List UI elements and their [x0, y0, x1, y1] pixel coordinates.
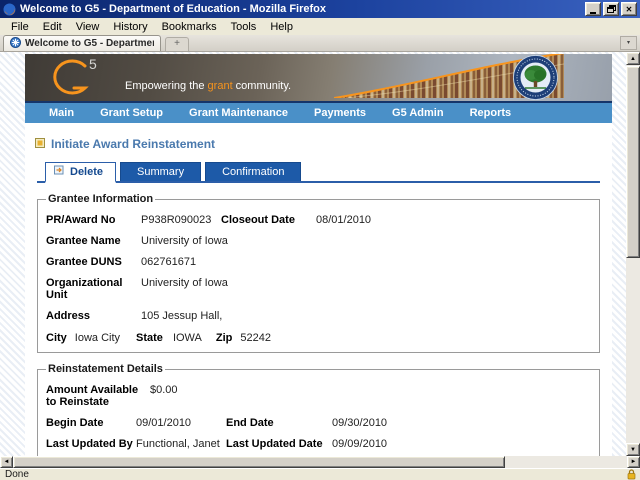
nav-item-grant-setup[interactable]: Grant Setup — [100, 107, 163, 119]
reinstatement-details-section: Reinstatement Details Amount Available t… — [37, 363, 600, 456]
reinstatement-details-legend: Reinstatement Details — [48, 363, 163, 375]
scroll-down-button[interactable]: ▼ — [626, 443, 640, 456]
amount-available-row: Amount Available to Reinstate $0.00 — [46, 384, 591, 408]
horizontal-scrollbar[interactable]: ◄ ► — [0, 456, 640, 468]
tab-confirmation[interactable]: Confirmation — [205, 162, 302, 181]
scroll-up-button[interactable]: ▲ — [626, 52, 640, 65]
list-tabs-button[interactable]: ▾ — [620, 36, 637, 50]
tab-delete[interactable]: Delete — [45, 162, 117, 183]
menu-help[interactable]: Help — [263, 20, 300, 34]
closeout-date-value: 08/01/2010 — [316, 214, 372, 226]
window-title: Welcome to G5 - Department of Education … — [20, 3, 326, 15]
status-text: Done — [5, 469, 29, 480]
page-title-row: Initiate Award Reinstatement — [35, 137, 606, 151]
zip-label: Zip — [215, 332, 233, 344]
last-updated-by-label: Last Updated By — [46, 438, 133, 450]
menu-view[interactable]: View — [69, 20, 107, 34]
menu-file[interactable]: File — [4, 20, 36, 34]
minimize-button[interactable] — [585, 2, 601, 16]
browser-tab-strip: Welcome to G5 - Department of Edu... + ▾ — [0, 35, 640, 52]
firefox-icon — [3, 3, 16, 16]
main-nav-bar: Main Grant Setup Grant Maintenance Payme… — [25, 101, 612, 123]
delete-tab-icon — [54, 165, 65, 178]
status-bar: Done — [0, 468, 640, 480]
amount-available-value: $0.00 — [150, 384, 178, 396]
last-updated-row: Last Updated By Functional, Janet Last U… — [46, 438, 591, 450]
tab-summary[interactable]: Summary — [120, 162, 202, 181]
amount-available-label: Amount Available to Reinstate — [46, 384, 139, 408]
end-date-value: 09/30/2010 — [332, 417, 388, 429]
grantee-name-value: University of Iowa — [141, 235, 228, 247]
address-row: Address 105 Jessup Hall, — [46, 310, 591, 322]
grantee-name-row: Grantee Name University of Iowa — [46, 235, 591, 247]
department-of-education-seal — [513, 55, 558, 101]
last-updated-by-value: Functional, Janet — [136, 438, 220, 450]
begin-end-date-row: Begin Date 09/01/2010 End Date 09/30/201… — [46, 417, 591, 429]
scroll-left-button[interactable]: ◄ — [0, 456, 13, 468]
firefox-window: Welcome to G5 - Department of Education … — [0, 0, 640, 480]
menu-edit[interactable]: Edit — [36, 20, 69, 34]
scroll-right-button[interactable]: ► — [627, 456, 640, 468]
grantee-duns-row: Grantee DUNS 062761671 — [46, 256, 591, 268]
grantee-name-label: Grantee Name — [46, 235, 121, 247]
grantee-information-legend: Grantee Information — [48, 193, 154, 205]
page-viewport: 5 Empowering the grant community. Main G… — [0, 52, 640, 456]
menu-history[interactable]: History — [106, 20, 154, 34]
bullet-square-icon — [35, 137, 45, 151]
title-bar: Welcome to G5 - Department of Education … — [0, 0, 640, 18]
organizational-unit-label: Organizational Unit — [46, 277, 123, 301]
new-tab-button[interactable]: + — [165, 37, 189, 51]
page-title: Initiate Award Reinstatement — [51, 137, 216, 151]
pr-award-no-value: P938R090023 — [141, 214, 212, 226]
organizational-unit-row: Organizational Unit University of Iowa — [46, 277, 591, 301]
state-label: State — [136, 332, 163, 344]
nav-item-payments[interactable]: Payments — [314, 107, 366, 119]
grantee-duns-value: 062761671 — [141, 256, 197, 268]
menu-bookmarks[interactable]: Bookmarks — [155, 20, 224, 34]
browser-tab[interactable]: Welcome to G5 - Department of Edu... — [3, 35, 161, 51]
closeout-date-label: Closeout Date — [221, 214, 295, 226]
last-updated-date-value: 09/09/2010 — [332, 438, 388, 450]
grantee-duns-label: Grantee DUNS — [46, 256, 122, 268]
pr-award-row: PR/Award No P938R090023 Closeout Date 08… — [46, 214, 591, 226]
begin-date-value: 09/01/2010 — [136, 417, 192, 429]
last-updated-date-label: Last Updated Date — [226, 438, 323, 450]
menu-tools[interactable]: Tools — [224, 20, 264, 34]
g5-logo-five: 5 — [89, 56, 98, 72]
g5-favicon — [10, 36, 21, 51]
begin-date-label: Begin Date — [46, 417, 104, 429]
restore-button[interactable] — [603, 2, 619, 16]
nav-item-g5-admin[interactable]: G5 Admin — [392, 107, 444, 119]
g5-logo-icon — [47, 58, 89, 101]
nav-item-grant-maintenance[interactable]: Grant Maintenance — [189, 107, 288, 119]
vertical-scrollbar[interactable]: ▲ ▼ — [626, 52, 640, 456]
organizational-unit-value: University of Iowa — [141, 277, 228, 289]
end-date-label: End Date — [226, 417, 274, 429]
nav-item-main[interactable]: Main — [49, 107, 74, 119]
banner-tagline: Empowering the grant community. — [125, 80, 292, 92]
city-state-zip-row: City Iowa City State IOWA Zip 52242 — [46, 332, 591, 344]
pr-award-no-label: PR/Award No — [46, 214, 116, 226]
g5-banner: 5 Empowering the grant community. — [25, 54, 612, 101]
close-button[interactable]: ✕ — [621, 2, 637, 16]
page-content: 5 Empowering the grant community. Main G… — [25, 54, 612, 456]
security-lock-icon[interactable] — [625, 469, 638, 480]
grantee-information-section: Grantee Information PR/Award No P938R090… — [37, 193, 600, 353]
form-tabs: Delete Summary Confirmation — [37, 162, 600, 183]
nav-item-reports[interactable]: Reports — [470, 107, 512, 119]
browser-tab-title: Welcome to G5 - Department of Edu... — [25, 38, 154, 49]
zip-value: 52242 — [240, 332, 271, 344]
address-label: Address — [46, 310, 91, 322]
vertical-scrollbar-thumb[interactable] — [626, 66, 640, 258]
state-value: IOWA — [172, 332, 202, 344]
menu-bar: File Edit View History Bookmarks Tools H… — [0, 18, 640, 35]
horizontal-scrollbar-thumb[interactable] — [13, 456, 505, 468]
address-value: 105 Jessup Hall, — [141, 310, 223, 322]
city-value: Iowa City — [74, 332, 121, 344]
city-label: City — [46, 332, 67, 344]
